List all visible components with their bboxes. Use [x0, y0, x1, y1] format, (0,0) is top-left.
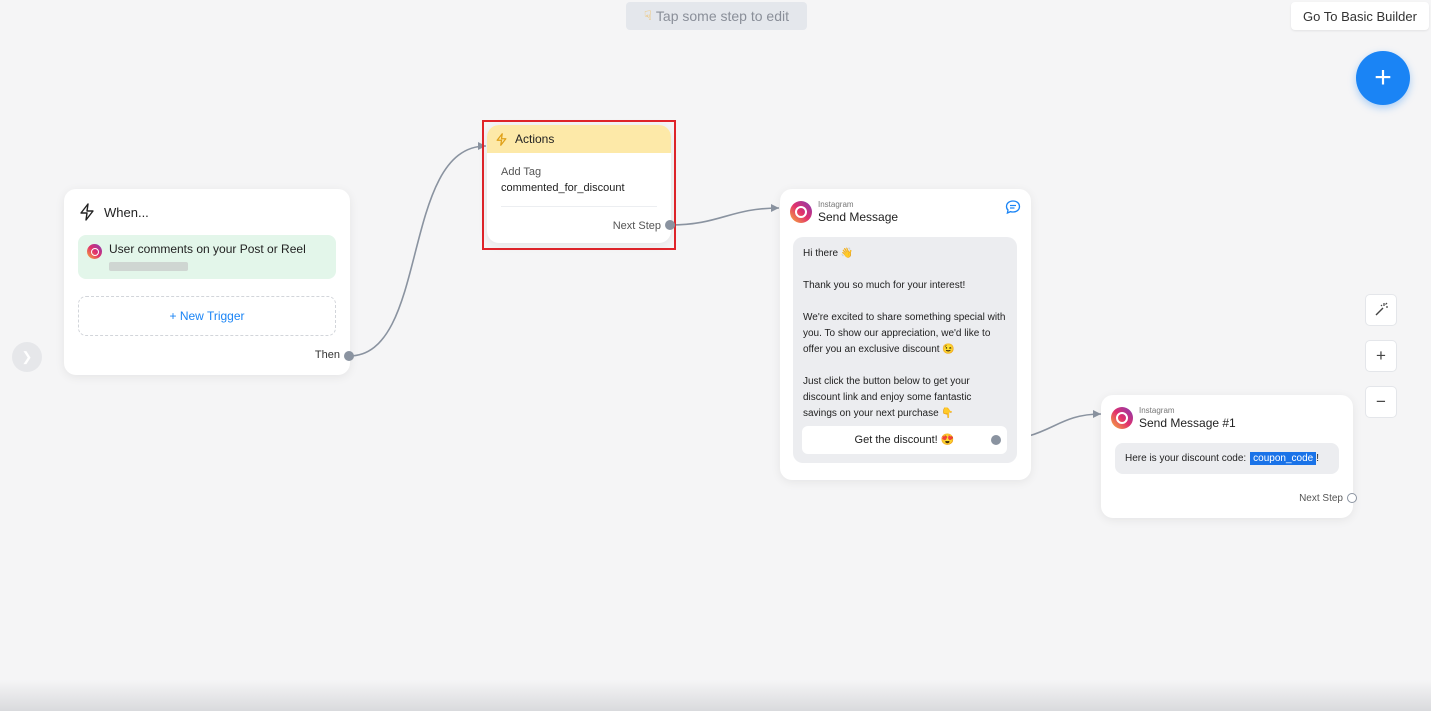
message-line: Just click the button below to get your … [803, 376, 972, 419]
trigger-node-title: When... [104, 204, 149, 220]
message-line: We're excited to share something special… [803, 312, 1006, 355]
then-connector-handle[interactable] [344, 351, 354, 361]
trigger-item[interactable]: User comments on your Post or Reel [78, 235, 336, 279]
pointing-down-hand-icon: ☟ [644, 8, 652, 23]
get-discount-button[interactable]: Get the discount! 😍 [802, 426, 1007, 454]
hint-text: Tap some step to edit [655, 8, 789, 24]
instagram-icon [1111, 407, 1133, 429]
next-step-connector-handle[interactable] [1347, 493, 1357, 503]
channel-label: Instagram [1139, 406, 1175, 415]
message-line: Thank you so much for your interest! [803, 280, 966, 291]
next-step-connector-handle[interactable] [665, 220, 675, 230]
then-label: Then [314, 349, 340, 361]
chevron-right-icon: ❯ [21, 349, 33, 364]
next-step-label: Next Step [1299, 493, 1343, 504]
trigger-node-header: When... [78, 203, 149, 221]
channel-label: Instagram [818, 200, 854, 209]
edit-hint: ☟ Tap some step to edit [626, 2, 807, 30]
magic-wand-icon [1375, 302, 1388, 316]
add-step-button[interactable]: + [1356, 51, 1410, 105]
message-text: Here is your discount code: [1125, 453, 1247, 464]
trigger-node[interactable]: When... User comments on your Post or Re… [64, 189, 350, 375]
action-type-label: Add Tag [501, 166, 542, 178]
zoom-out-button[interactable]: − [1365, 386, 1397, 418]
send-message-1-node[interactable]: Instagram Send Message #1 Here is your d… [1101, 395, 1353, 518]
actions-node-title: Actions [515, 132, 555, 146]
new-trigger-button[interactable]: + New Trigger [78, 296, 336, 336]
message-bubble[interactable]: Here is your discount code: coupon_code … [1115, 443, 1339, 474]
button-connector-handle[interactable] [991, 435, 1001, 445]
send-message-title: Send Message [818, 210, 899, 224]
instagram-icon [790, 201, 812, 223]
lightning-icon [496, 132, 507, 146]
expand-panel-button[interactable]: ❯ [12, 342, 42, 372]
zoom-in-button[interactable]: + [1365, 340, 1397, 372]
trigger-text: User comments on your Post or Reel [109, 242, 306, 256]
coupon-code-variable[interactable]: coupon_code [1250, 452, 1317, 465]
message-bubble[interactable]: Hi there 👋 Thank you so much for your in… [793, 237, 1017, 463]
send-message-header: Instagram Send Message [790, 200, 898, 224]
instagram-icon [87, 244, 102, 259]
message-line: Hi there 👋 [803, 248, 854, 259]
go-to-basic-builder-button[interactable]: Go To Basic Builder [1291, 2, 1429, 30]
tag-value: commented_for_discount [501, 182, 625, 194]
send-message-1-header: Instagram Send Message #1 [1111, 406, 1236, 430]
divider [501, 206, 657, 207]
trigger-detail-redacted [109, 262, 188, 271]
actions-node-header: Actions [487, 125, 671, 153]
actions-node[interactable]: Actions Add Tag commented_for_discount N… [487, 125, 671, 243]
flow-canvas[interactable]: ☟ Tap some step to edit Go To Basic Buil… [0, 0, 1431, 711]
send-message-1-title: Send Message #1 [1139, 416, 1236, 430]
lightning-icon [80, 203, 94, 221]
message-suffix: ! [1316, 453, 1320, 464]
bottom-edge [0, 680, 1431, 711]
next-step-label: Next Step [612, 220, 661, 232]
chat-bubble-icon [1005, 199, 1021, 220]
auto-arrange-button[interactable] [1365, 294, 1397, 326]
